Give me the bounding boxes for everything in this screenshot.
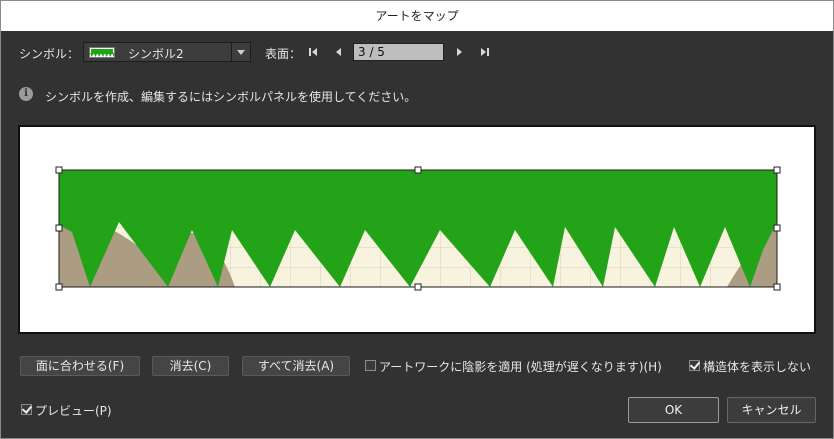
shade-artwork-label[interactable]: アートワークに陰影を適用 (処理が遅くなります)(H) <box>379 358 662 375</box>
chevron-down-icon[interactable] <box>231 43 250 61</box>
symbol-row: シンボル： シンボル2 表面： 3 / 5 <box>1 31 833 75</box>
preview-checkbox[interactable] <box>21 404 32 415</box>
selection-handle[interactable] <box>55 283 63 291</box>
symbol-selected-value: シンボル2 <box>128 47 184 61</box>
info-text: シンボルを作成、編集するにはシンボルパネルを使用してください。 <box>45 90 417 104</box>
symbol-dropdown[interactable]: シンボル2 <box>83 42 251 62</box>
map-art-dialog: アートをマップ シンボル： シンボル2 表面： 3 / 5 i シンボルを作成、… <box>0 0 834 439</box>
preview-label[interactable]: プレビュー(P) <box>35 402 112 419</box>
dialog-content: シンボル： シンボル2 表面： 3 / 5 i シンボルを作成、編集するにはシン… <box>1 31 833 438</box>
selection-handle[interactable] <box>55 224 63 232</box>
invisible-geometry-label[interactable]: 構造体を表示しない <box>703 358 811 375</box>
shade-artwork-checkbox[interactable] <box>365 360 376 371</box>
selection-handle[interactable] <box>55 166 63 174</box>
prev-page-icon[interactable] <box>332 46 344 58</box>
info-icon: i <box>19 87 33 101</box>
first-page-icon[interactable] <box>307 46 319 58</box>
dialog-title: アートをマップ <box>1 1 833 31</box>
selection-handle[interactable] <box>773 224 781 232</box>
symbol-label: シンボル： <box>19 47 80 61</box>
surface-label: 表面： <box>265 47 302 61</box>
next-page-icon[interactable] <box>454 46 466 58</box>
art-preview-canvas[interactable] <box>20 127 814 332</box>
page-number-field[interactable]: 3 / 5 <box>353 43 444 61</box>
symbol-swatch-icon <box>89 47 115 58</box>
clear-all-button[interactable]: すべて消去(A) <box>242 356 350 376</box>
selection-handle[interactable] <box>773 166 781 174</box>
last-page-icon[interactable] <box>479 46 491 58</box>
clear-button[interactable]: 消去(C) <box>152 356 229 376</box>
selection-handle[interactable] <box>773 283 781 291</box>
selection-handle[interactable] <box>414 166 422 174</box>
fit-to-face-button[interactable]: 面に合わせる(F) <box>20 356 140 376</box>
ok-button[interactable]: OK <box>628 397 719 423</box>
art-preview-area[interactable] <box>18 125 816 334</box>
cancel-button[interactable]: キャンセル <box>727 397 816 423</box>
invisible-geometry-checkbox[interactable] <box>689 360 700 371</box>
selection-handle[interactable] <box>414 283 422 291</box>
